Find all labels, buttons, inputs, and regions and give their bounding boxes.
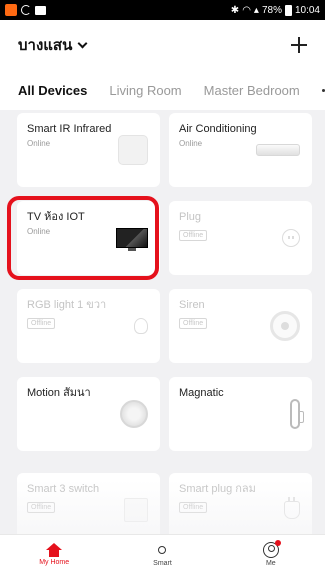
device-name: Motion สัมนา [27,387,91,399]
device-name: Smart 3 switch [27,483,100,495]
motion-sensor-icon [120,400,148,428]
signal-icon: ▴ [253,4,259,16]
more-dot [321,88,325,92]
clock: 10:04 [294,4,320,16]
device-card-air-conditioning[interactable]: Air Conditioning Online [169,113,312,187]
siren-icon [270,311,300,341]
plug-icon [282,229,300,247]
battery-percent: 78% [261,4,282,16]
ir-remote-icon [118,135,148,165]
wifi-icon: ◠ [242,4,251,16]
device-name: TV ห้อง IOT [27,211,85,223]
device-name: Plug [179,211,202,223]
round-plug-icon [284,497,300,519]
image-notification-icon [35,5,46,15]
device-card-motion[interactable]: Motion สัมนา [17,377,160,451]
bluetooth-icon: ✱ [230,4,240,16]
nav-smart[interactable]: Smart [108,535,216,574]
status-bar: ✱ ◠ ▴ 78% 10:04 [0,0,325,20]
device-name: RGB light 1 ขวา [27,299,107,311]
home-name: บางแสน [18,37,73,54]
device-card-rgb-light[interactable]: RGB light 1 ขวา Offline [17,289,160,363]
device-card-magnatic[interactable]: Magnatic [169,377,312,451]
room-tabs: All Devices Living Room Master Bedroom [0,70,325,110]
home-icon [46,543,63,557]
offline-badge: Offline [27,318,56,329]
device-name: Air Conditioning [179,123,257,135]
device-card-tv[interactable]: TV ห้อง IOT Online [17,201,160,275]
offline-badge: Offline [179,318,208,329]
add-device-button[interactable] [291,37,307,53]
device-name: Siren [179,299,205,311]
profile-icon [262,540,281,558]
home-selector[interactable]: บางแสน [18,33,88,57]
device-name: Smart plug กลม [179,483,256,495]
tab-living-room[interactable]: Living Room [109,83,181,98]
chevron-down-icon [77,38,88,48]
nav-my-home[interactable]: My Home [0,535,108,574]
device-card-plug[interactable]: Plug Offline [169,201,312,275]
device-name: Magnatic [179,387,224,399]
air-conditioner-icon [256,144,300,156]
app-notification-icon [5,4,17,16]
tab-all-devices[interactable]: All Devices [18,83,87,98]
nav-label: My Home [39,559,70,566]
device-name: Smart IR Infrared [27,123,112,135]
bottom-nav: My Home Smart Me [0,534,325,574]
device-card-smart-ir[interactable]: Smart IR Infrared Online [17,113,160,187]
device-card-siren[interactable]: Siren Offline [169,289,312,363]
battery-icon [284,4,292,16]
tab-master-bedroom[interactable]: Master Bedroom [204,83,300,98]
offline-badge: Offline [179,502,208,513]
switch-icon [124,498,148,522]
door-sensor-icon [290,399,304,429]
offline-badge: Offline [27,502,56,513]
offline-badge: Offline [179,230,208,241]
app-header: บางแสน [0,20,325,70]
sync-icon [21,5,31,15]
tv-icon [116,228,148,251]
nav-label: Smart [153,560,172,567]
sun-icon [154,542,170,558]
bulb-icon [134,318,148,334]
nav-label: Me [265,560,276,567]
nav-me[interactable]: Me [217,535,325,574]
